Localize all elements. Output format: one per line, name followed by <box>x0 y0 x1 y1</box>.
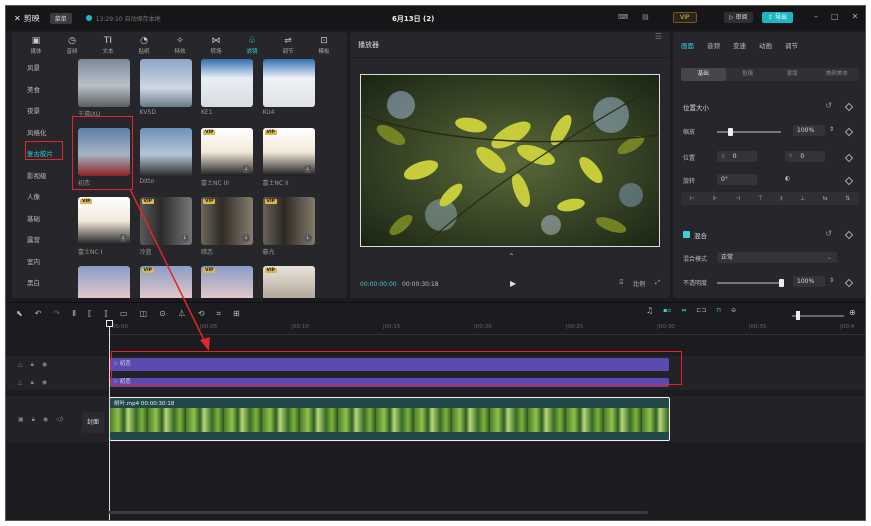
capcut-window: ✕ 剪映 菜单 13:29:10 自动保存本地 6月13日 (2) ⌨ ▤ VI… <box>5 5 866 521</box>
annotation-arrow <box>129 188 210 351</box>
